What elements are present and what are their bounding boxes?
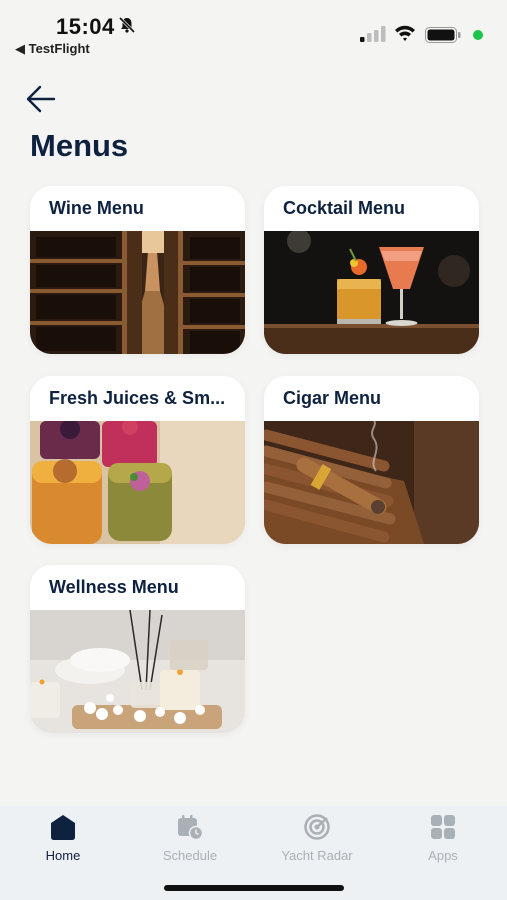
juices-smoothies-image bbox=[30, 421, 245, 544]
camera-in-use-indicator bbox=[473, 30, 483, 40]
page-title: Menus bbox=[30, 128, 129, 163]
testflight-back-link[interactable]: ◀ TestFlight bbox=[15, 41, 90, 57]
apps-grid-icon bbox=[431, 815, 455, 839]
calendar-clock-icon bbox=[178, 815, 203, 840]
battery-icon bbox=[425, 27, 461, 43]
home-indicator[interactable] bbox=[164, 885, 344, 891]
cigars-image bbox=[264, 421, 479, 544]
tab-yacht-radar[interactable]: Yacht Radar bbox=[254, 806, 380, 876]
card-title: Fresh Juices & Sm... bbox=[30, 376, 245, 421]
tab-label: Home bbox=[45, 848, 81, 863]
spa-candles-image bbox=[30, 610, 245, 733]
tab-home[interactable]: Home bbox=[0, 806, 126, 876]
home-icon bbox=[51, 815, 75, 840]
wellness-menu-card[interactable]: Wellness Menu bbox=[30, 565, 245, 733]
wine-menu-card[interactable]: Wine Menu bbox=[30, 186, 245, 354]
card-title: Wellness Menu bbox=[30, 565, 245, 610]
tab-label: Schedule bbox=[162, 848, 218, 863]
cocktails-image bbox=[264, 231, 479, 354]
tab-label: Apps bbox=[428, 848, 458, 863]
tab-label: Yacht Radar bbox=[281, 848, 353, 863]
radar-icon bbox=[304, 814, 330, 840]
cocktail-menu-card[interactable]: Cocktail Menu bbox=[264, 186, 479, 354]
wifi-icon bbox=[395, 25, 415, 41]
cellular-signal-icon bbox=[360, 26, 386, 42]
card-title: Wine Menu bbox=[30, 186, 245, 231]
bell-muted-icon bbox=[118, 16, 136, 34]
card-title: Cocktail Menu bbox=[264, 186, 479, 231]
wine-cellar-image bbox=[30, 231, 245, 354]
fresh-juices-smoothies-card[interactable]: Fresh Juices & Sm... bbox=[30, 376, 245, 544]
tab-apps[interactable]: Apps bbox=[380, 806, 506, 876]
card-title: Cigar Menu bbox=[264, 376, 479, 421]
back-arrow-icon[interactable] bbox=[24, 82, 58, 116]
status-bar: 15:04 ◀ TestFlight bbox=[0, 0, 507, 70]
status-time: 15:04 bbox=[56, 14, 115, 39]
cigar-menu-card[interactable]: Cigar Menu bbox=[264, 376, 479, 544]
tab-schedule[interactable]: Schedule bbox=[127, 806, 253, 876]
